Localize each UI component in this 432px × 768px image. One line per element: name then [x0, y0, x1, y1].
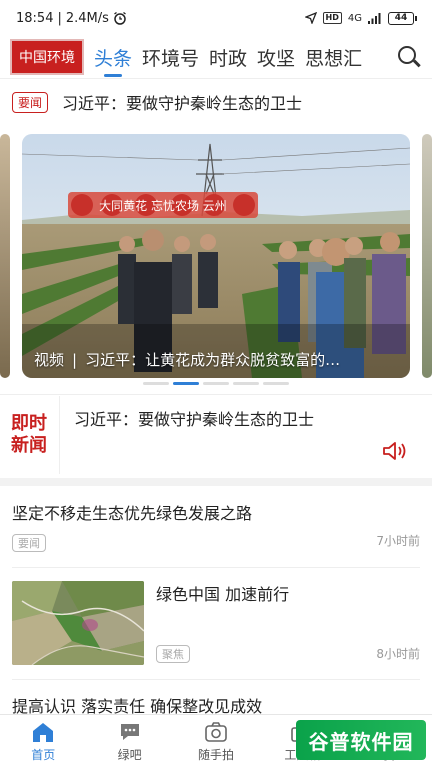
breaking-news-label: 即时 新闻	[0, 396, 60, 474]
slide-caption-kind: 视频	[34, 351, 65, 369]
tab-environment-accounts[interactable]: 环境号	[142, 44, 199, 71]
status-bar: 18:54 | 2.4M/s HD 4G 44	[0, 0, 432, 36]
battery-icon: 44	[388, 11, 417, 25]
carousel-dot[interactable]	[233, 382, 259, 385]
hd-badge: HD	[322, 12, 342, 24]
nav-snapshot[interactable]: 随手拍	[173, 715, 259, 768]
news-item[interactable]: 坚定不移走生态优先绿色发展之路 要闻 7小时前	[12, 500, 420, 556]
home-icon	[33, 722, 54, 742]
tab-ideas[interactable]: 思想汇	[305, 44, 362, 71]
nav-home[interactable]: 首页	[0, 715, 86, 768]
section-gap	[0, 478, 432, 486]
news-title: 坚定不移走生态优先绿色发展之路	[12, 504, 253, 523]
speaker-icon[interactable]	[382, 440, 408, 462]
photo-carousel[interactable]: 大同黄花 忘忧农场 云州 视频 | 习近平：让黄花成为群众脱贫致富的…	[0, 134, 432, 385]
camera-icon	[205, 721, 227, 742]
news-time: 7小时前	[376, 534, 420, 548]
tab-politics[interactable]: 时政	[209, 44, 247, 71]
breaking-news-title: 习近平：要做守护秦岭生态的卫士	[74, 410, 315, 429]
carousel-next-slide[interactable]	[422, 134, 432, 378]
location-icon	[304, 12, 317, 24]
status-speed: 2.4M/s	[65, 10, 109, 26]
header-divider	[0, 78, 432, 79]
slide-caption: 视频 | 习近平：让黄花成为群众脱贫致富的…	[34, 351, 341, 369]
chat-icon	[120, 723, 139, 740]
headline-tag: 要闻	[12, 91, 49, 113]
tab-headlines[interactable]: 头条	[94, 44, 132, 77]
news-item[interactable]: 提高认识 落实责任 确保整改见成效	[12, 693, 420, 716]
status-time: 18:54	[16, 10, 54, 26]
top-nav: 中国环境 头条 环境号 时政 攻坚 思想汇	[0, 36, 432, 78]
search-button[interactable]	[396, 44, 422, 70]
app-logo: 中国环境	[10, 39, 84, 75]
carousel-dot[interactable]	[143, 382, 169, 385]
tab-campaign[interactable]: 攻坚	[257, 44, 295, 71]
signal-icon	[368, 13, 381, 24]
news-tag: 要闻	[12, 534, 46, 552]
photo-sign-text: 大同黄花 忘忧农场 云州	[99, 198, 227, 213]
slide-photo: 大同黄花 忘忧农场 云州	[22, 134, 410, 378]
breaking-news[interactable]: 即时 新闻 习近平：要做守护秦岭生态的卫士	[0, 396, 432, 474]
news-item[interactable]: 绿色中国 加速前行 聚焦 8小时前	[156, 581, 420, 665]
news-tag: 聚焦	[156, 645, 190, 663]
network-type: 4G	[347, 12, 362, 24]
aerial-landscape-image	[12, 581, 144, 665]
alarm-icon	[114, 11, 126, 25]
headline-title: 习近平：要做守护秦岭生态的卫士	[62, 94, 303, 113]
slide-caption-text: 习近平：让黄花成为群众脱贫致富的…	[85, 351, 341, 369]
news-time: 8小时前	[376, 647, 420, 661]
news-title: 绿色中国 加速前行	[156, 585, 290, 604]
channel-tabs: 头条 环境号 时政 攻坚 思想汇	[94, 44, 362, 77]
carousel-prev-slide[interactable]	[0, 134, 10, 378]
carousel-dot-active[interactable]	[173, 382, 199, 385]
nav-green-forum[interactable]: 绿吧	[86, 715, 172, 768]
carousel-dot[interactable]	[203, 382, 229, 385]
site-watermark: 谷普软件园	[296, 720, 426, 760]
carousel-dot[interactable]	[263, 382, 289, 385]
carousel-indicator	[0, 382, 432, 385]
news-thumbnail[interactable]	[12, 581, 144, 665]
carousel-slide[interactable]: 大同黄花 忘忧农场 云州 视频 | 习近平：让黄花成为群众脱贫致富的…	[22, 134, 410, 378]
top-headline[interactable]: 要闻 习近平：要做守护秦岭生态的卫士	[12, 90, 420, 114]
